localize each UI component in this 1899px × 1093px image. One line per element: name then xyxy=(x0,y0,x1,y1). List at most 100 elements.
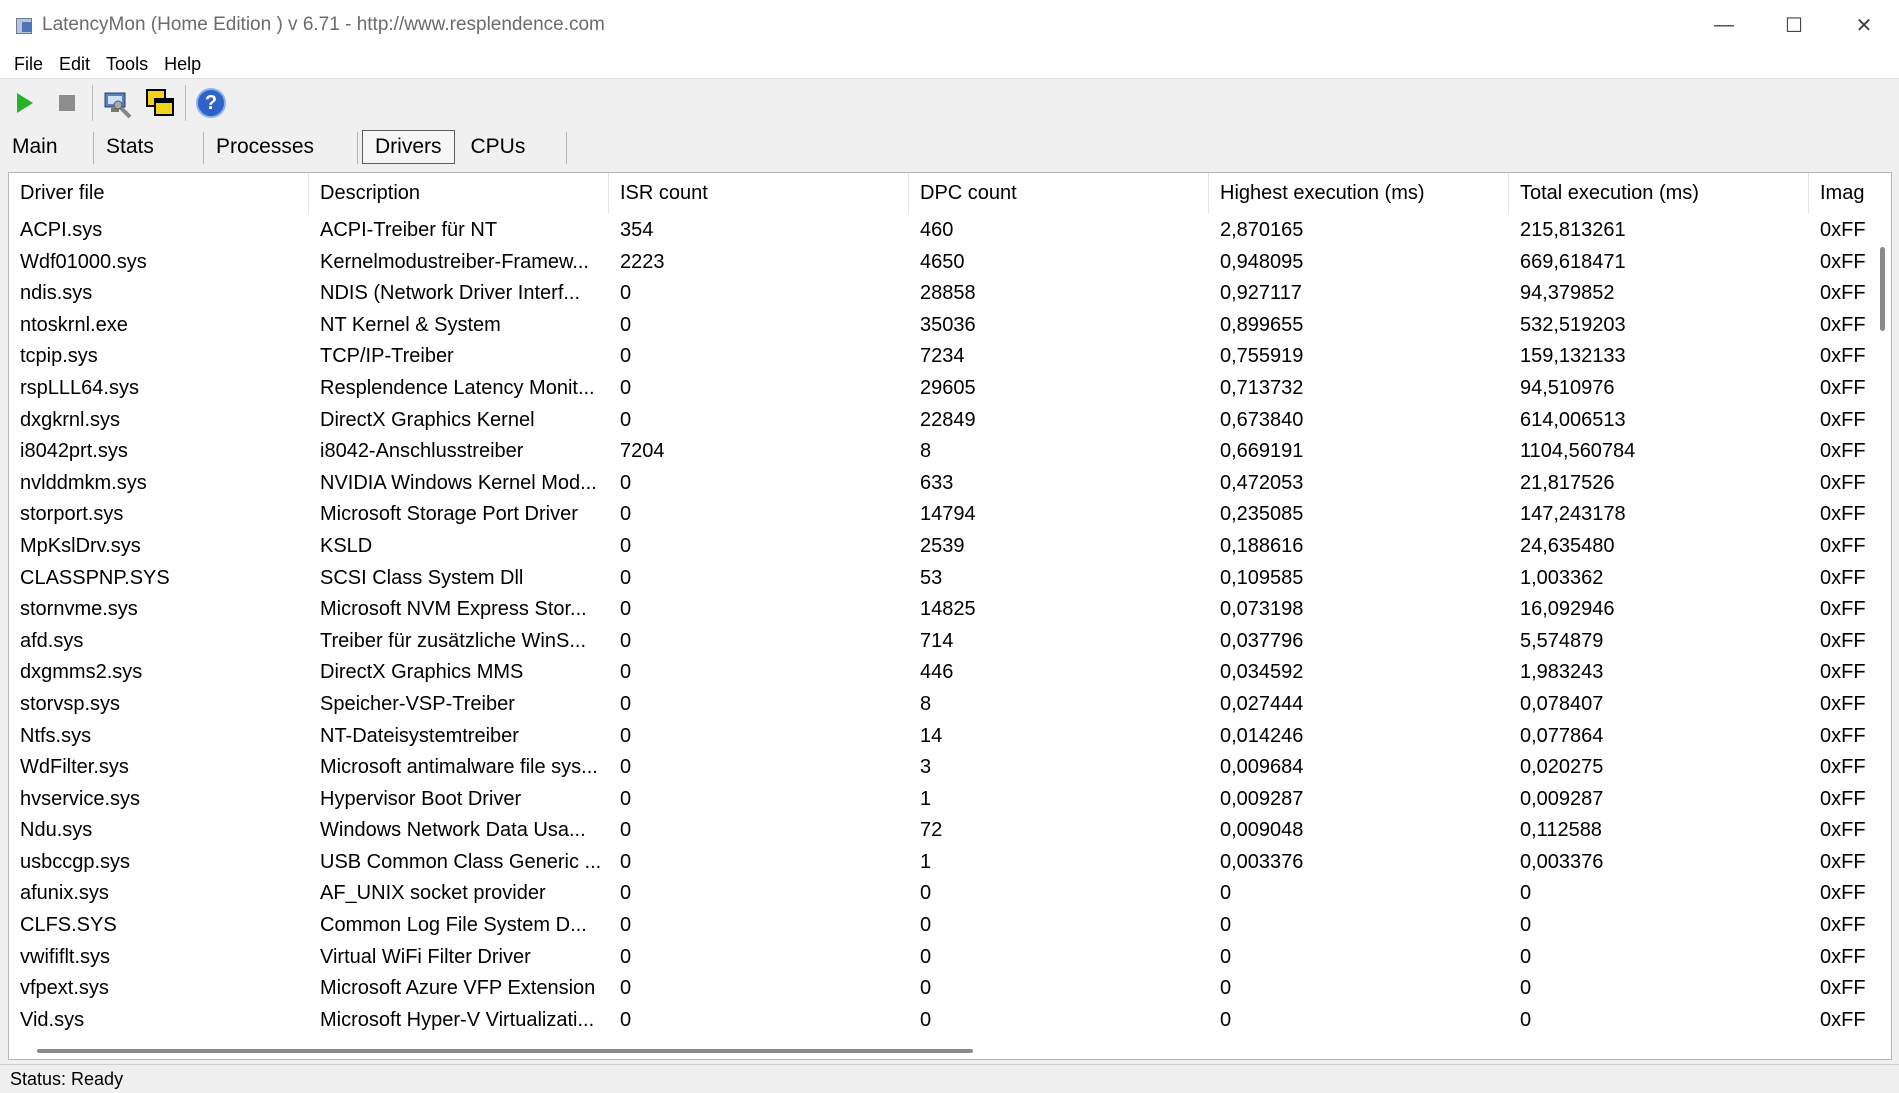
column-header-highest-execution[interactable]: Highest execution (ms) xyxy=(1209,173,1509,213)
cell-driver-file: usbccgp.sys xyxy=(20,850,131,873)
cell-description: NT-Dateisystemtreiber xyxy=(320,724,519,747)
table-row[interactable]: ndis.sys NDIS (Network Driver Interf... 0 2… xyxy=(9,278,1891,310)
cell-total-execution: 16,092946 xyxy=(1520,598,1615,621)
menu-help[interactable]: Help xyxy=(164,54,201,75)
cell-highest-execution: 0,755919 xyxy=(1220,345,1304,368)
horizontal-scroll-thumb[interactable] xyxy=(37,1049,973,1053)
cell-description: Microsoft Storage Port Driver xyxy=(320,503,578,526)
cell-isr-count: 0 xyxy=(620,408,632,431)
cell-description: Hypervisor Boot Driver xyxy=(320,787,522,810)
system-info-button[interactable] xyxy=(101,86,135,120)
cell-highest-execution: 0,673840 xyxy=(1220,408,1304,431)
table-row[interactable]: Vid.sys Microsoft Hyper-V Virtualizati...… xyxy=(9,1005,1891,1037)
table-row[interactable]: hvservice.sys Hypervisor Boot Driver 0 1 0,0… xyxy=(9,784,1891,816)
table-row[interactable]: MpKslDrv.sys KSLD 0 2539 0,188616 24,635480 0x… xyxy=(9,531,1891,563)
table-row[interactable]: stornvme.sys Microsoft NVM Express Stor..… xyxy=(9,594,1891,626)
cell-isr-count: 0 xyxy=(620,882,632,905)
table-row[interactable]: nvlddmkm.sys NVIDIA Windows Kernel Mod...… xyxy=(9,468,1891,500)
menu-file[interactable]: File xyxy=(14,54,43,75)
cell-total-execution: 0,078407 xyxy=(1520,692,1604,715)
table-row[interactable]: WdFilter.sys Microsoft antimalware file s… xyxy=(9,752,1891,784)
cell-description: DirectX Graphics Kernel xyxy=(320,408,535,431)
cell-driver-file: afunix.sys xyxy=(20,882,109,905)
minimize-button[interactable]: — xyxy=(1689,0,1759,50)
cell-driver-file: CLASSPNP.SYS xyxy=(20,566,170,589)
copy-windows-icon xyxy=(146,89,174,116)
cell-dpc-count: 7234 xyxy=(920,345,965,368)
cell-isr-count: 0 xyxy=(620,977,632,1000)
cell-dpc-count: 633 xyxy=(920,471,954,494)
stop-button[interactable] xyxy=(50,86,84,120)
cell-description: ACPI-Treiber für NT xyxy=(320,219,498,241)
cell-description: NVIDIA Windows Kernel Mod... xyxy=(320,471,597,494)
cell-total-execution: 215,813261 xyxy=(1520,219,1626,241)
vertical-scrollbar[interactable] xyxy=(1873,213,1891,1039)
table-header: Driver file Description ISR count DPC co… xyxy=(9,173,1891,213)
tab-main[interactable]: Main xyxy=(0,130,94,164)
cell-description: Windows Network Data Usa... xyxy=(320,819,586,842)
table-row[interactable]: Ndu.sys Windows Network Data Usa... 0 72 0,0… xyxy=(9,815,1891,847)
table-row[interactable]: rspLLL64.sys Resplendence Latency Monit..… xyxy=(9,373,1891,405)
cell-driver-file: tcpip.sys xyxy=(20,345,98,368)
cell-driver-file: afd.sys xyxy=(20,629,84,652)
vertical-scroll-thumb[interactable] xyxy=(1880,247,1885,331)
cell-highest-execution: 0,014246 xyxy=(1220,724,1304,747)
table-row[interactable]: afd.sys Treiber für zusätzliche WinS... 0 7… xyxy=(9,626,1891,658)
table-row[interactable]: CLFS.SYS Common Log File System D... 0 0 0 0 0… xyxy=(9,910,1891,942)
cell-driver-file: Ndu.sys xyxy=(20,819,93,842)
cell-isr-count: 0 xyxy=(620,345,632,368)
cell-dpc-count: 0 xyxy=(920,914,932,937)
tab-drivers[interactable]: Drivers xyxy=(362,130,455,164)
cell-driver-file: storvsp.sys xyxy=(20,692,121,715)
table-row[interactable]: usbccgp.sys USB Common Class Generic ... 0… xyxy=(9,847,1891,879)
cell-isr-count: 2223 xyxy=(620,250,665,273)
cell-total-execution: 0 xyxy=(1520,1008,1532,1031)
toolbar-separator xyxy=(92,85,93,121)
table-row[interactable]: storvsp.sys Speicher-VSP-Treiber 0 8 0,02744… xyxy=(9,689,1891,721)
column-header-image[interactable]: Imag xyxy=(1809,173,1891,213)
table-row[interactable]: dxgkrnl.sys DirectX Graphics Kernel 0 22849… xyxy=(9,405,1891,437)
table-row[interactable]: ntoskrnl.exe NT Kernel & System 0 35036 0,89… xyxy=(9,310,1891,342)
tab-processes[interactable]: Processes xyxy=(204,130,358,164)
cell-highest-execution: 2,870165 xyxy=(1220,219,1304,241)
horizontal-scrollbar[interactable] xyxy=(9,1041,1875,1059)
table-row[interactable]: storport.sys Microsoft Storage Port Drive… xyxy=(9,499,1891,531)
start-button[interactable] xyxy=(8,86,42,120)
table-row[interactable]: Ntfs.sys NT-Dateisystemtreiber 0 14 0,014246… xyxy=(9,721,1891,753)
table-row[interactable]: dxgmms2.sys DirectX Graphics MMS 0 446 0,034… xyxy=(9,657,1891,689)
menu-edit[interactable]: Edit xyxy=(59,54,90,75)
table-row[interactable]: vfpext.sys Microsoft Azure VFP Extension 0… xyxy=(9,973,1891,1005)
menu-tools[interactable]: Tools xyxy=(106,54,148,75)
cell-dpc-count: 0 xyxy=(920,945,932,968)
title-bar[interactable]: LatencyMon (Home Edition ) v 6.71 - http… xyxy=(0,0,1899,50)
cell-isr-count: 0 xyxy=(620,661,632,684)
cell-description: Microsoft Azure VFP Extension xyxy=(320,977,596,1000)
column-header-total-execution[interactable]: Total execution (ms) xyxy=(1509,173,1809,213)
close-button[interactable]: ✕ xyxy=(1829,0,1899,50)
cell-isr-count: 0 xyxy=(620,914,632,937)
cell-isr-count: 0 xyxy=(620,945,632,968)
column-header-driver-file[interactable]: Driver file xyxy=(9,173,309,213)
cell-driver-file: ntoskrnl.exe xyxy=(20,313,128,336)
tab-stats[interactable]: Stats xyxy=(94,130,204,164)
table-row[interactable]: tcpip.sys TCP/IP-Treiber 0 7234 0,755919 159,… xyxy=(9,341,1891,373)
column-header-description[interactable]: Description xyxy=(309,173,609,213)
tab-cpus[interactable]: CPUs xyxy=(459,130,567,164)
table-row[interactable]: CLASSPNP.SYS SCSI Class System Dll 0 53 0,10… xyxy=(9,563,1891,595)
cell-highest-execution: 0,109585 xyxy=(1220,566,1304,589)
cell-total-execution: 0 xyxy=(1520,977,1532,1000)
cell-highest-execution: 0,188616 xyxy=(1220,534,1304,557)
copy-windows-button[interactable] xyxy=(143,86,177,120)
maximize-button[interactable]: ☐ xyxy=(1759,0,1829,50)
table-row[interactable]: vwififlt.sys Virtual WiFi Filter Driver 0 0… xyxy=(9,942,1891,974)
help-button[interactable]: ? xyxy=(194,86,228,120)
table-row[interactable]: Wdf01000.sys Kernelmodustreiber-Framew...… xyxy=(9,247,1891,279)
column-header-isr-count[interactable]: ISR count xyxy=(609,173,909,213)
column-header-dpc-count[interactable]: DPC count xyxy=(909,173,1209,213)
table-row[interactable]: afunix.sys AF_UNIX socket provider 0 0 0 0 0xF… xyxy=(9,878,1891,910)
cell-description: Resplendence Latency Monit... xyxy=(320,376,595,399)
table-row[interactable]: i8042prt.sys i8042-Anschlusstreiber 7204 8 0… xyxy=(9,436,1891,468)
cell-total-execution: 0,112588 xyxy=(1520,819,1602,842)
cell-highest-execution: 0 xyxy=(1220,945,1232,968)
table-row[interactable]: ACPI.sys ACPI-Treiber für NT 354 460 2,87016… xyxy=(9,215,1891,247)
